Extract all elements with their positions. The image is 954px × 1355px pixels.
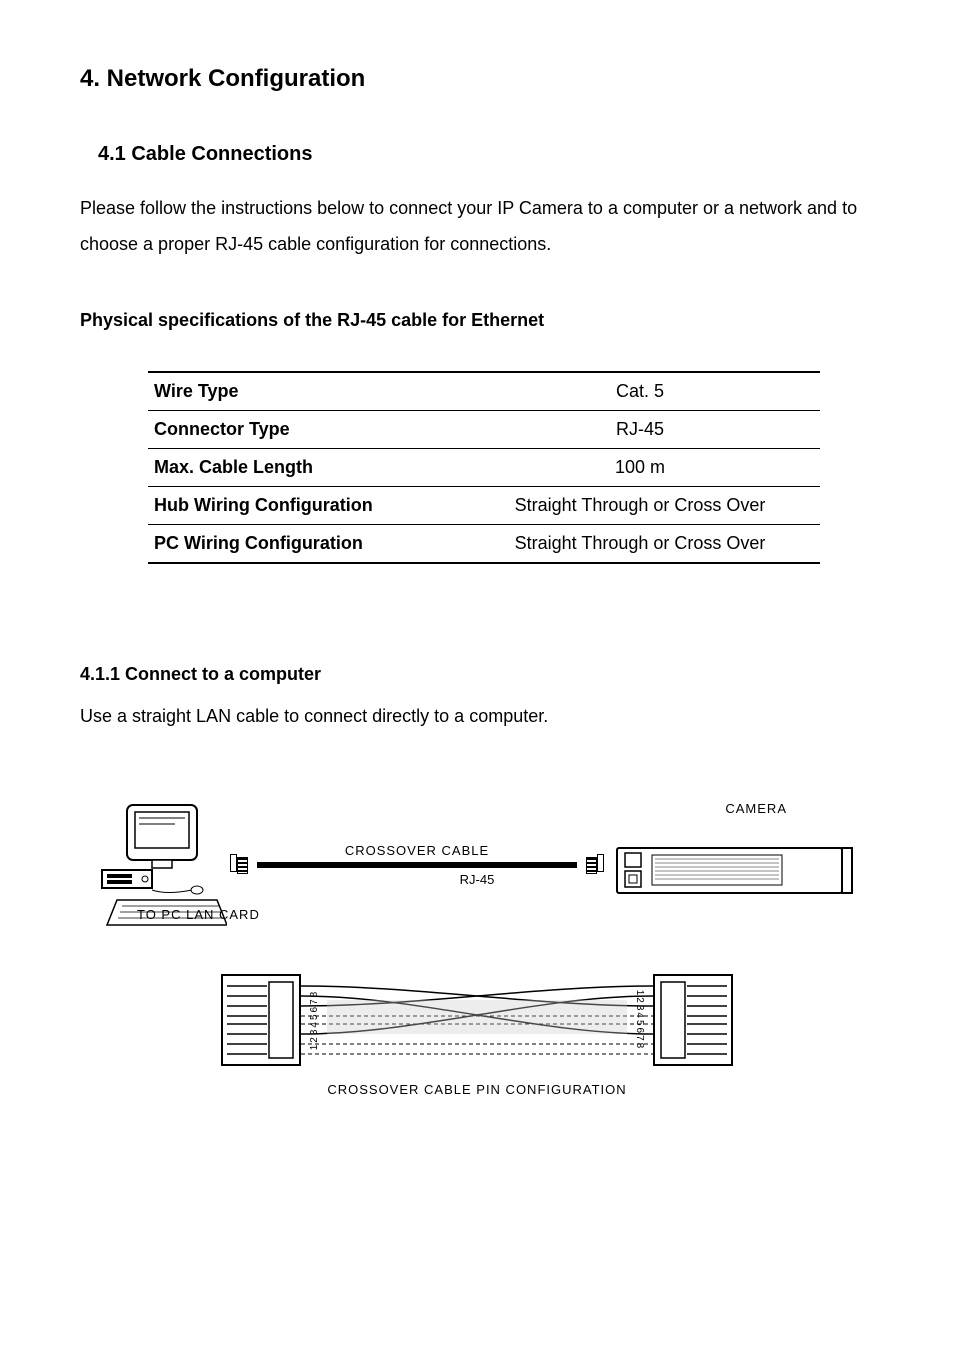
table-row: Max. Cable Length 100 m: [148, 449, 820, 487]
pin-numbers-left: 12345678: [309, 990, 320, 1051]
table-row: Wire Type Cat. 5: [148, 372, 820, 411]
intro-paragraph: Please follow the instructions below to …: [80, 190, 874, 262]
spec-label: PC Wiring Configuration: [148, 525, 460, 564]
crossover-cable-label: CROSSOVER CABLE: [345, 843, 489, 858]
lan-card-label: TO PC LAN CARD: [137, 907, 260, 922]
subsection-title: 4.1 Cable Connections: [98, 143, 874, 166]
camera-icon: CAMERA: [607, 823, 857, 908]
spec-value: Cat. 5: [460, 372, 820, 411]
pin-numbers-right: 12345678: [634, 990, 645, 1051]
page-title: 4. Network Configuration: [80, 65, 874, 93]
camera-label: CAMERA: [725, 801, 787, 816]
connection-diagram: CROSSOVER CABLE RJ-45 TO PC LAN CARD CAM…: [97, 800, 857, 1097]
cable-line: [257, 862, 577, 868]
spec-table: Wire Type Cat. 5 Connector Type RJ-45 Ma…: [148, 371, 820, 564]
cable-area: CROSSOVER CABLE RJ-45 TO PC LAN CARD: [257, 830, 577, 900]
spec-label: Hub Wiring Configuration: [148, 487, 460, 525]
rj45-port-left-icon: [227, 851, 249, 879]
diagram-top-row: CROSSOVER CABLE RJ-45 TO PC LAN CARD CAM…: [97, 800, 857, 930]
connect-heading: 4.1.1 Connect to a computer: [80, 664, 874, 685]
pin-config-caption: CROSSOVER CABLE PIN CONFIGURATION: [97, 1082, 857, 1097]
spec-heading: Physical specifications of the RJ-45 cab…: [80, 310, 874, 331]
spec-label: Wire Type: [148, 372, 460, 411]
table-row: Connector Type RJ-45: [148, 411, 820, 449]
spec-value: 100 m: [460, 449, 820, 487]
spec-value: RJ-45: [460, 411, 820, 449]
spec-label: Max. Cable Length: [148, 449, 460, 487]
table-row: PC Wiring Configuration Straight Through…: [148, 525, 820, 564]
table-row: Hub Wiring Configuration Straight Throug…: [148, 487, 820, 525]
spec-label: Connector Type: [148, 411, 460, 449]
document-page: 4. Network Configuration 4.1 Cable Conne…: [0, 0, 954, 1355]
connect-text: Use a straight LAN cable to connect dire…: [80, 703, 874, 730]
spec-value: Straight Through or Cross Over: [460, 525, 820, 564]
spec-value: Straight Through or Cross Over: [460, 487, 820, 525]
pin-config-diagram: 12345678 12345678: [217, 970, 737, 1070]
rj45-label: RJ-45: [460, 872, 495, 887]
rj45-port-right-icon: [585, 851, 607, 879]
